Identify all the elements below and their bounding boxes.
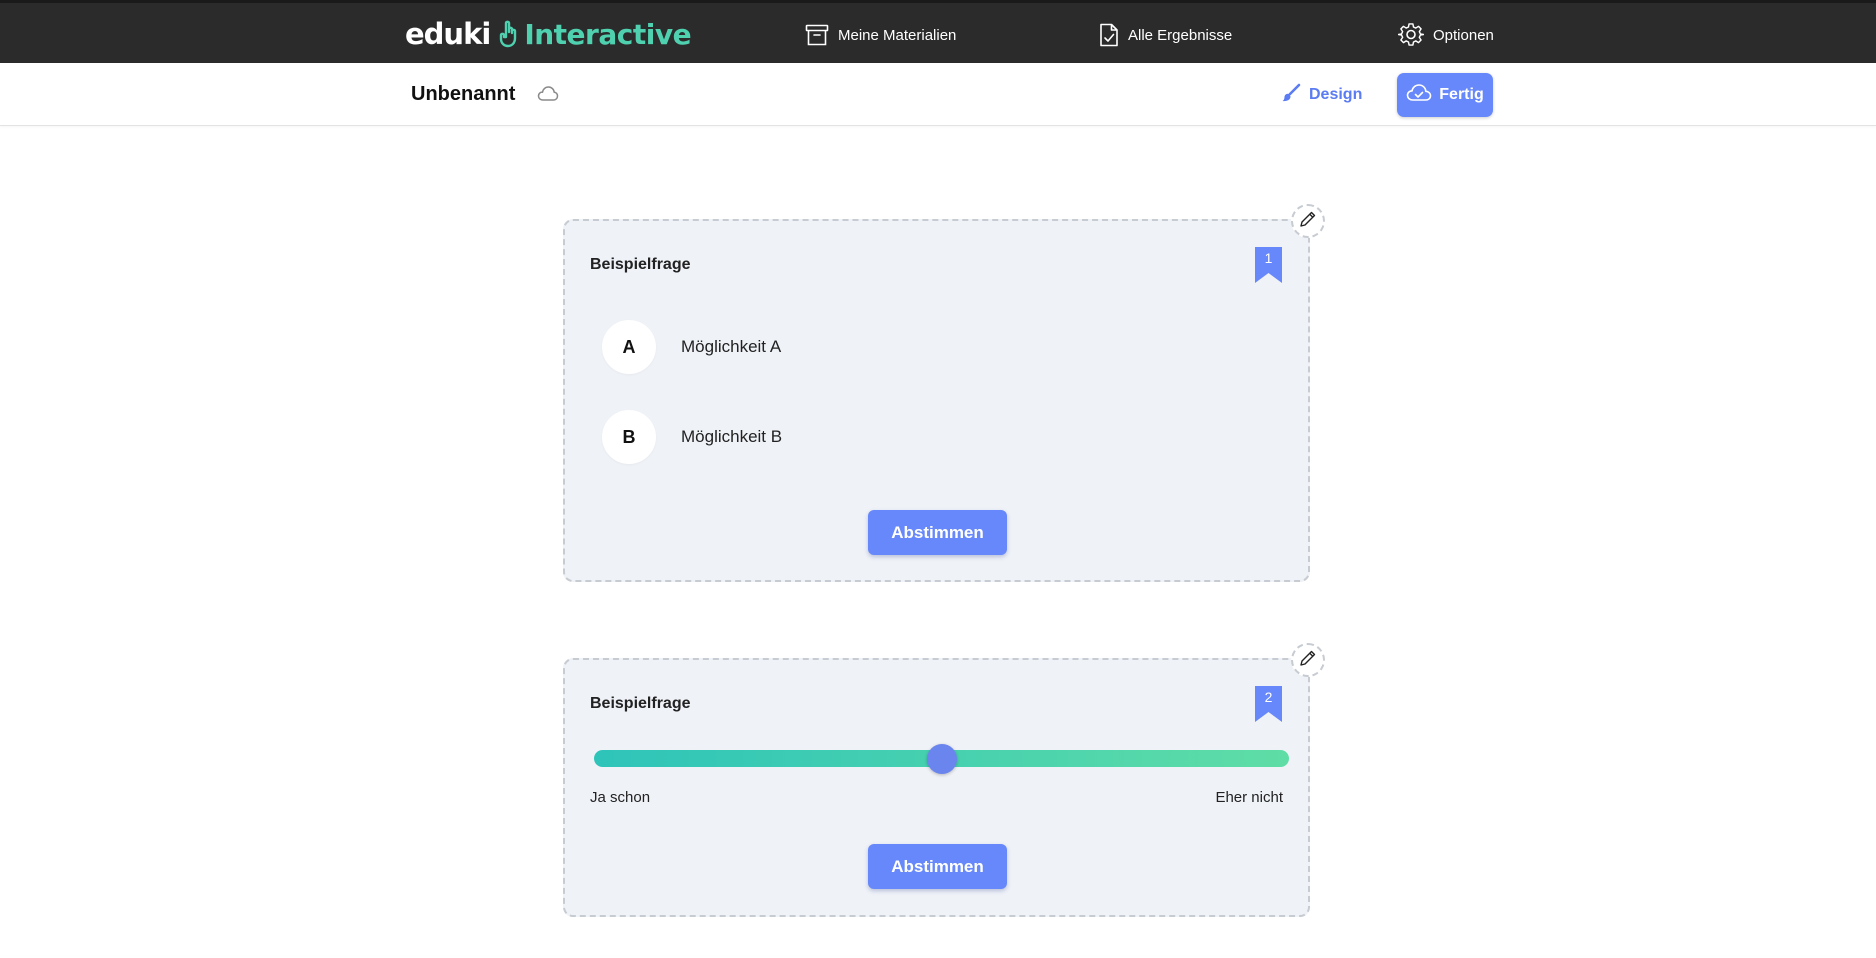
answer-option-b[interactable]: B Möglichkeit B <box>602 410 782 464</box>
document-check-icon <box>1099 23 1119 47</box>
cloud-icon <box>537 85 559 108</box>
edit-question-button[interactable] <box>1291 204 1325 238</box>
logo-eduki-text: eduki <box>405 17 491 51</box>
question-number: 1 <box>1264 250 1273 266</box>
cloud-check-icon <box>1406 83 1432 108</box>
slider-label-right: Eher nicht <box>1215 789 1283 806</box>
nav-alle-ergebnisse[interactable]: Alle Ergebnisse <box>1099 21 1232 49</box>
document-title[interactable]: Unbenannt <box>411 83 515 106</box>
document-toolbar: Unbenannt Design Fertig <box>0 63 1876 126</box>
question-title[interactable]: Beispielfrage <box>590 256 690 274</box>
vote-button[interactable]: Abstimmen <box>868 844 1007 889</box>
brush-icon <box>1281 83 1301 108</box>
option-letter: A <box>602 320 656 374</box>
edit-question-button[interactable] <box>1291 643 1325 677</box>
design-button-label: Design <box>1309 86 1363 103</box>
pencil-icon <box>1299 210 1317 233</box>
fertig-button[interactable]: Fertig <box>1397 73 1493 117</box>
nav-optionen-label: Optionen <box>1433 26 1494 44</box>
answer-option-a[interactable]: A Möglichkeit A <box>602 320 781 374</box>
nav-meine-materialien[interactable]: Meine Materialien <box>805 21 956 49</box>
eduki-interactive-logo[interactable]: eduki Interactive <box>405 16 692 52</box>
gear-icon <box>1398 22 1424 48</box>
option-text: Möglichkeit A <box>681 337 782 356</box>
archive-box-icon <box>805 24 829 46</box>
vote-button[interactable]: Abstimmen <box>868 510 1007 555</box>
nav-optionen[interactable]: Optionen <box>1398 21 1494 49</box>
question-number: 2 <box>1264 689 1273 705</box>
logo-interactive-text: Interactive <box>524 17 692 51</box>
question-card-2[interactable]: Beispielfrage 2 Ja schon Eher nicht Abst… <box>563 643 1325 917</box>
question-number-badge: 1 <box>1255 247 1282 288</box>
top-navigation-bar: eduki Interactive Meine Materialien Alle… <box>0 0 1876 63</box>
rating-slider-thumb[interactable] <box>926 744 957 774</box>
question-number-badge: 2 <box>1255 686 1282 727</box>
fertig-button-label: Fertig <box>1439 86 1484 103</box>
design-button[interactable]: Design <box>1281 82 1362 108</box>
question-card-1[interactable]: Beispielfrage 1 A Möglichkeit A B Möglic… <box>563 204 1325 582</box>
option-text: Möglichkeit B <box>681 427 783 446</box>
nav-alle-ergebnisse-label: Alle Ergebnisse <box>1128 26 1233 44</box>
question-title[interactable]: Beispielfrage <box>590 695 690 713</box>
pencil-icon <box>1299 649 1317 672</box>
nav-meine-materialien-label: Meine Materialien <box>838 26 957 44</box>
hand-pointer-icon <box>498 20 518 48</box>
option-letter: B <box>602 410 656 464</box>
slider-label-left: Ja schon <box>590 789 651 806</box>
